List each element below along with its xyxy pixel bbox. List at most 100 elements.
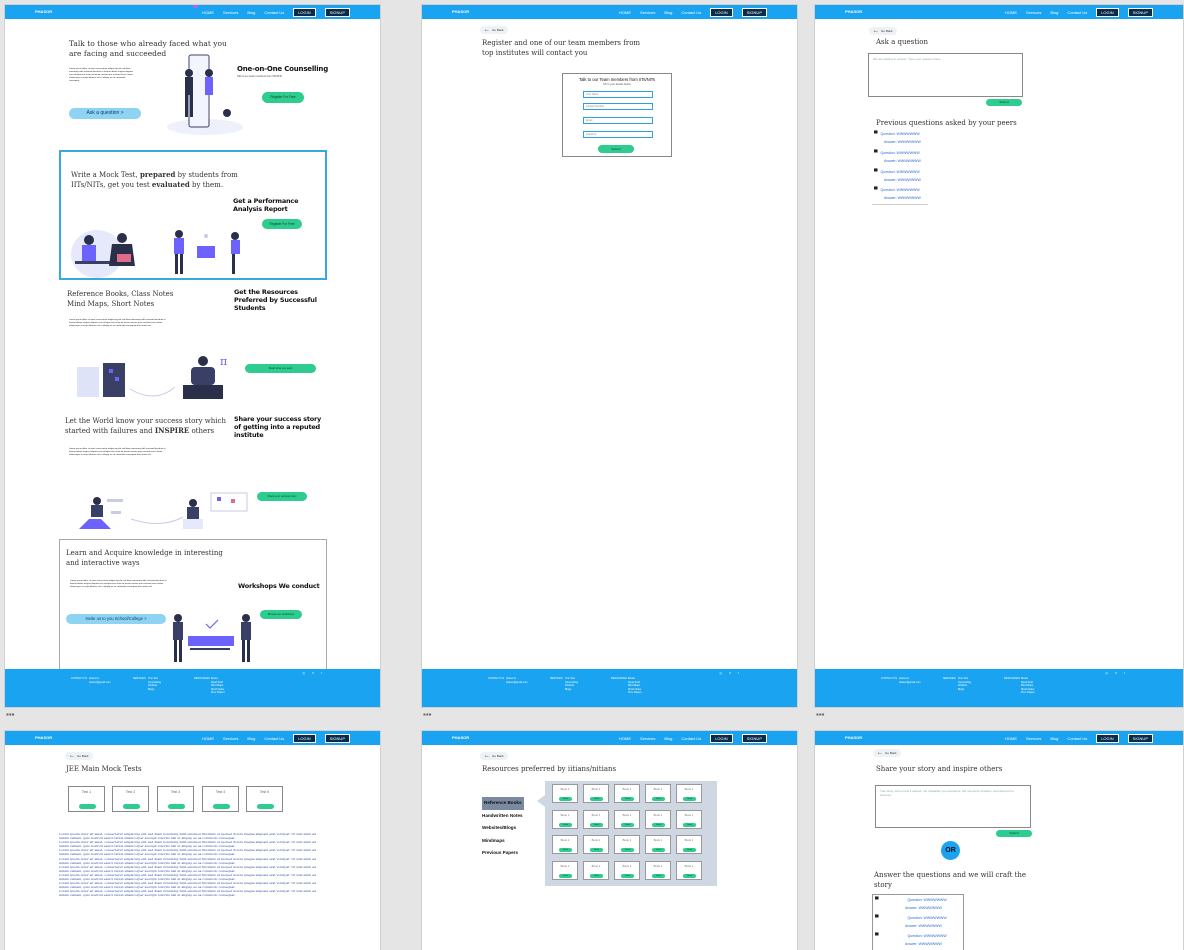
submit-button[interactable]: Submit (996, 830, 1032, 837)
menu-websites-blogs[interactable]: Websites/Blogs (482, 822, 524, 835)
nav-services[interactable]: Services (1026, 736, 1041, 741)
submit-button[interactable]: Submit (598, 145, 634, 153)
ask-question-button[interactable]: Ask a question > (69, 108, 141, 119)
signup-button[interactable]: SIGNUP (1127, 8, 1153, 17)
signup-button[interactable]: SIGNUP (741, 8, 767, 17)
nav-services[interactable]: Services (223, 10, 238, 15)
go-back-button[interactable]: ← Go Back (873, 749, 901, 757)
book-card[interactable]: Book 1 Read (645, 809, 671, 829)
book-card[interactable]: Book 1 Read (676, 784, 702, 803)
social-icons[interactable]: ◎ ✕ f (302, 671, 325, 675)
nav-contact[interactable]: Contact Us (681, 736, 701, 741)
test-card[interactable]: Test 5 (246, 786, 283, 812)
book-card[interactable]: Book 1 Read (614, 835, 640, 854)
nav-home[interactable]: HOME (202, 10, 214, 15)
login-button[interactable]: LOGIN (710, 8, 733, 17)
brand-logo[interactable]: PHASOR (35, 9, 52, 14)
social-icons[interactable]: ◎ ✕ f (1105, 671, 1128, 675)
brand-logo[interactable]: PHASOR (35, 735, 52, 740)
read-book-button[interactable]: Read (621, 848, 634, 852)
book-card[interactable]: Book 1 Read (552, 835, 578, 854)
footer-services-list[interactable]: One Test Counselling Webinar Blogs (958, 677, 971, 691)
brand-logo[interactable]: PHASOR (845, 735, 862, 740)
read-book-button[interactable]: Read (621, 873, 634, 878)
footer-resources-list[interactable]: Books Read Stuff Mind Maps Short Notes P… (1021, 677, 1035, 695)
invite-button[interactable]: Invite us to you School/College > (66, 614, 166, 624)
register-free-button-2[interactable]: Register For Free (262, 219, 302, 229)
social-icons[interactable]: ◎ ✕ f (719, 671, 742, 675)
footer-resources-list[interactable]: Books Read Stuff Mind Maps Short Notes P… (628, 677, 642, 695)
read-book-button[interactable]: Read (652, 873, 665, 878)
start-test-button[interactable] (213, 804, 230, 809)
read-book-button[interactable]: Read (559, 797, 572, 801)
book-card[interactable]: Book 1 Read (614, 860, 640, 880)
question-row[interactable]: ▀ Question: WWWWWWW (874, 150, 920, 156)
footer-resources-list[interactable]: Books Read Stuff Mind Maps Short Notes P… (211, 677, 225, 695)
read-book-button[interactable]: Read (683, 797, 696, 801)
book-card[interactable]: Book 1 Read (676, 860, 702, 880)
menu-handwritten-notes[interactable]: Handwritten Notes (482, 810, 524, 823)
book-card[interactable]: Book 1 Read (614, 784, 640, 803)
start-test-button[interactable] (257, 804, 274, 809)
start-test-button[interactable] (123, 804, 140, 809)
read-book-button[interactable]: Read (652, 848, 665, 852)
read-book-button[interactable]: Read (559, 873, 572, 878)
go-back-button[interactable]: ← Go Back (480, 752, 508, 760)
nav-home[interactable]: HOME (1005, 736, 1017, 741)
read-book-button[interactable]: Read (590, 848, 603, 852)
book-card[interactable]: Book 1 Read (583, 809, 609, 829)
login-button[interactable]: LOGIN (710, 734, 733, 743)
nav-contact[interactable]: Contact Us (681, 10, 701, 15)
read-book-button[interactable]: Read (590, 873, 603, 878)
name-field[interactable]: Your Name (583, 91, 653, 98)
nav-blog[interactable]: Blog (664, 10, 672, 15)
nav-blog[interactable]: Blog (247, 736, 255, 741)
book-card[interactable]: Book 1 Read (583, 860, 609, 880)
more-options-icon[interactable]: ▪▪▪ (423, 710, 432, 719)
read-book-button[interactable]: Read (559, 822, 572, 827)
question-textarea[interactable]: We are waiting to answer. Type your ques… (868, 53, 1023, 97)
question-row[interactable]: ▀ Question: WWWWWWW (875, 933, 947, 939)
nav-blog[interactable]: Blog (247, 10, 255, 15)
read-book-button[interactable]: Read (683, 848, 696, 852)
read-book-button[interactable]: Read (683, 822, 696, 827)
book-card[interactable]: Book 1 Read (645, 784, 671, 803)
signup-button[interactable]: SIGNUP (1127, 734, 1153, 743)
read-book-button[interactable]: Read (683, 873, 696, 878)
question-row[interactable]: ▀ Question: WWWWWWW (875, 915, 947, 921)
nav-blog[interactable]: Blog (664, 736, 672, 741)
nav-home[interactable]: HOME (1005, 10, 1017, 15)
nav-home[interactable]: HOME (202, 736, 214, 741)
login-button[interactable]: LOGIN (1096, 8, 1119, 17)
register-free-button[interactable]: Register For Free (262, 92, 304, 103)
brand-logo[interactable]: PHASOR (452, 9, 469, 14)
nav-services[interactable]: Services (1026, 10, 1041, 15)
book-card[interactable]: Book 1 Read (676, 835, 702, 854)
go-back-button[interactable]: ← Go Back (65, 752, 93, 760)
nav-contact[interactable]: Contact Us (1067, 10, 1087, 15)
more-options-icon[interactable]: ▪▪▪ (816, 710, 825, 719)
signup-button[interactable]: SIGNUP (324, 8, 350, 17)
book-card[interactable]: Book 1 Read (645, 860, 671, 880)
read-resources-button[interactable]: Read what you want (245, 364, 316, 373)
book-card[interactable]: Book 1 Read (645, 835, 671, 854)
book-card[interactable]: Book 1 Read (552, 784, 578, 803)
nav-services[interactable]: Services (640, 10, 655, 15)
footer-services-list[interactable]: One Test Counselling Webinar Blogs (148, 677, 161, 691)
book-card[interactable]: Book 1 Read (583, 784, 609, 803)
login-button[interactable]: LOGIN (293, 8, 316, 17)
login-button[interactable]: LOGIN (1096, 734, 1119, 743)
test-card[interactable]: Test 1 (68, 786, 105, 812)
go-back-button[interactable]: ← Go Back (480, 26, 508, 34)
nav-blog[interactable]: Blog (1050, 10, 1058, 15)
nav-blog[interactable]: Blog (1050, 736, 1058, 741)
test-card[interactable]: Test 2 (112, 786, 149, 812)
signup-button[interactable]: SIGNUP (324, 734, 350, 743)
signup-button[interactable]: SIGNUP (741, 734, 767, 743)
footer-services-list[interactable]: One Test Counselling Webinar Blogs (565, 677, 578, 691)
read-book-button[interactable]: Read (652, 822, 665, 827)
question-row[interactable]: ▀ Question: WWWWWWW (874, 187, 920, 193)
submit-button[interactable]: Submit (986, 99, 1022, 106)
menu-previous-papers[interactable]: Previous Papers (482, 847, 524, 860)
nav-contact[interactable]: Contact Us (264, 10, 284, 15)
